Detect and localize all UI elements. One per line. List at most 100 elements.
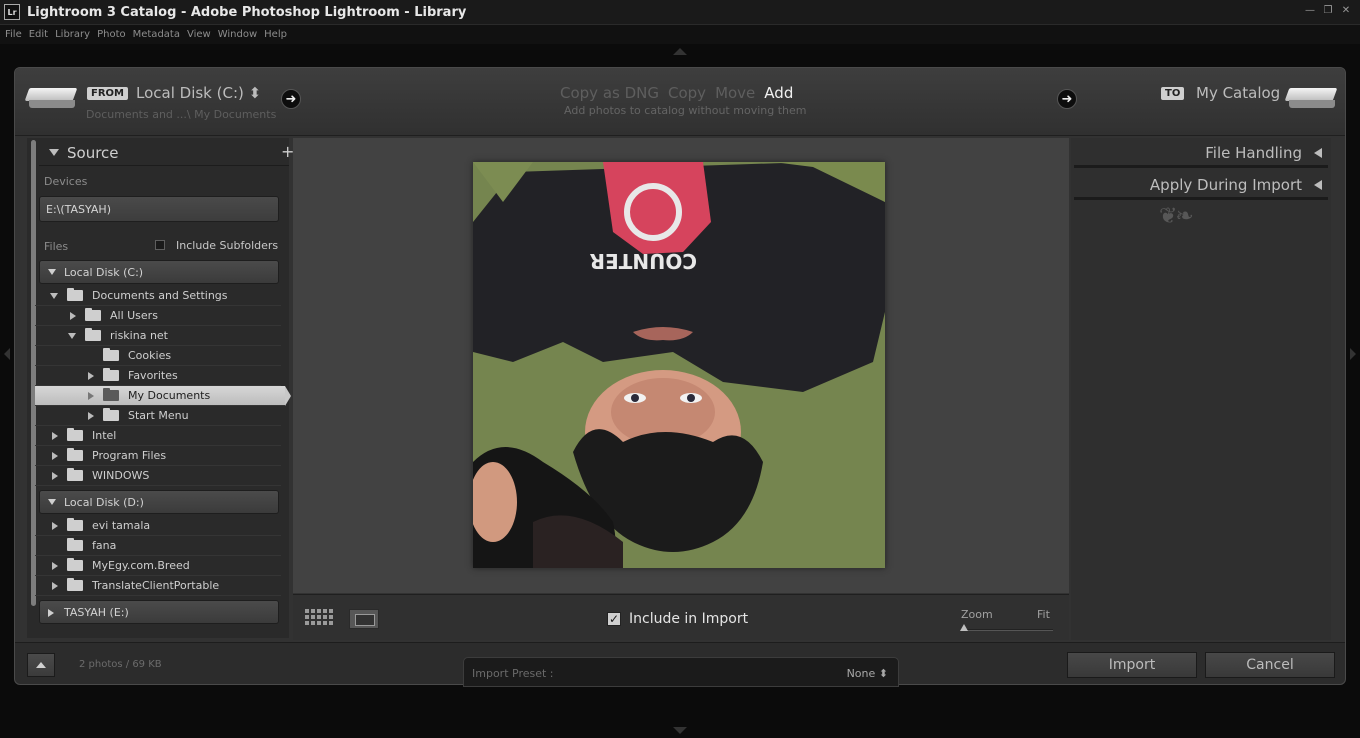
folder-label: Intel	[92, 429, 117, 442]
include-in-import-label: Include in Import	[629, 611, 749, 627]
expand-triangle-icon[interactable]	[88, 392, 94, 400]
expand-triangle-icon[interactable]	[68, 333, 76, 339]
include-in-import-checkbox[interactable]: ✓	[607, 612, 621, 626]
cancel-button[interactable]: Cancel	[1205, 652, 1335, 678]
folder-label: Favorites	[128, 369, 178, 382]
restore-icon[interactable]: ❐	[1322, 5, 1334, 17]
menu-photo[interactable]: Photo	[97, 29, 126, 40]
disk-e-label: TASYAH (E:)	[64, 606, 129, 619]
folder-row[interactable]: Cookies	[35, 346, 281, 366]
folder-label: Program Files	[92, 449, 167, 462]
menu-window[interactable]: Window	[218, 29, 257, 40]
folder-row[interactable]: Documents and Settings	[35, 286, 281, 306]
collapse-bottom-arrow-icon[interactable]	[673, 727, 687, 734]
folder-row-selected[interactable]: My Documents	[35, 386, 285, 406]
folder-row[interactable]: riskina net	[35, 326, 281, 346]
collapse-right-arrow-icon[interactable]	[1350, 348, 1356, 360]
import-button[interactable]: Import	[1067, 652, 1197, 678]
folder-label: My Documents	[128, 389, 211, 402]
expand-triangle-icon[interactable]	[88, 412, 94, 420]
menu-library[interactable]: Library	[55, 29, 90, 40]
expand-triangle-icon[interactable]	[52, 452, 58, 460]
folder-icon	[103, 408, 119, 421]
collapse-left-arrow-icon[interactable]	[4, 348, 10, 360]
preview-toolbar: ✓ Include in Import Zoom Fit	[293, 594, 1069, 640]
folder-icon	[67, 578, 83, 591]
folder-row[interactable]: WINDOWS	[35, 466, 281, 486]
folder-row[interactable]: fana	[35, 536, 281, 556]
device-e-tasyah[interactable]: E:\(TASYAH)	[39, 196, 279, 222]
to-tag: TO	[1161, 87, 1185, 100]
import-dialog: FROM Local Disk (C:) ⬍ Documents and ...…	[14, 67, 1346, 687]
expand-dialog-button[interactable]	[27, 653, 55, 677]
title-bar: Lr Lightroom 3 Catalog - Adobe Photoshop…	[0, 0, 1360, 25]
expand-triangle-icon[interactable]	[70, 312, 76, 320]
folder-label: MyEgy.com.Breed	[92, 559, 190, 572]
folder-row[interactable]: Program Files	[35, 446, 281, 466]
expand-triangle-icon	[48, 269, 56, 275]
menu-metadata[interactable]: Metadata	[133, 29, 180, 40]
mode-add[interactable]: Add	[764, 84, 793, 102]
expand-triangle-icon	[1314, 180, 1322, 190]
import-preset-label: Import Preset :	[472, 667, 554, 680]
expand-triangle-icon[interactable]	[50, 293, 58, 299]
mode-copy[interactable]: Copy	[668, 84, 706, 102]
folder-icon	[67, 288, 83, 301]
mode-move[interactable]: Move	[715, 84, 755, 102]
include-subfolders-checkbox[interactable]	[155, 240, 165, 250]
import-preset-select[interactable]: None ⬍	[847, 667, 888, 680]
apply-during-import-label: Apply During Import	[1149, 176, 1302, 194]
import-preset-bar[interactable]: Import Preset : None ⬍	[463, 657, 899, 687]
expand-triangle-icon	[1314, 148, 1322, 158]
folder-row[interactable]: evi tamala	[35, 516, 281, 536]
expand-triangle-icon[interactable]	[52, 432, 58, 440]
folder-row[interactable]: Intel	[35, 426, 281, 446]
destination-name[interactable]: My Catalog	[1196, 84, 1280, 102]
expand-triangle-icon	[48, 499, 56, 505]
folder-row[interactable]: Start Menu	[35, 406, 281, 426]
source-header[interactable]: Source +	[39, 138, 294, 166]
source-selector[interactable]: Local Disk (C:) ⬍	[136, 84, 261, 102]
expand-triangle-icon[interactable]	[52, 522, 58, 530]
destination-disk-icon	[1284, 88, 1338, 110]
loupe-view-icon[interactable]	[349, 609, 379, 629]
zoom-slider-thumb[interactable]	[960, 624, 968, 631]
menu-view[interactable]: View	[187, 29, 211, 40]
disk-d-row[interactable]: Local Disk (D:)	[39, 490, 279, 514]
window-title: Lightroom 3 Catalog - Adobe Photoshop Li…	[27, 4, 467, 20]
options-panel: File Handling Apply During Import ❦❧	[1071, 138, 1331, 640]
folder-icon	[103, 388, 119, 401]
folder-label: Documents and Settings	[92, 289, 228, 302]
expand-triangle-icon[interactable]	[52, 472, 58, 480]
folder-label: evi tamala	[92, 519, 151, 532]
expand-triangle-icon[interactable]	[52, 582, 58, 590]
folder-row[interactable]: TranslateClientPortable	[35, 576, 281, 596]
menu-file[interactable]: File	[5, 29, 22, 40]
disk-e-row[interactable]: TASYAH (E:)	[39, 600, 279, 624]
import-footer: 2 photos / 69 KB Import Preset : None ⬍ …	[15, 642, 1345, 687]
apply-during-import-section[interactable]: Apply During Import	[1074, 170, 1328, 200]
zoom-slider[interactable]	[961, 629, 1053, 631]
folder-icon	[67, 428, 83, 441]
photo-preview[interactable]: COUNTER	[473, 162, 885, 568]
minimize-icon[interactable]: —	[1304, 5, 1316, 17]
grid-view-icon[interactable]	[305, 609, 333, 627]
mode-copy-as-dng[interactable]: Copy as DNG	[560, 84, 659, 102]
source-disk-icon	[24, 88, 78, 110]
folder-row[interactable]: MyEgy.com.Breed	[35, 556, 281, 576]
menu-edit[interactable]: Edit	[29, 29, 48, 40]
folder-row[interactable]: All Users	[35, 306, 281, 326]
menu-help[interactable]: Help	[264, 29, 287, 40]
menu-bar: File Edit Library Photo Metadata View Wi…	[0, 25, 1360, 44]
source-panel: Source + Devices E:\(TASYAH) Files Inclu…	[27, 138, 294, 638]
expand-triangle-icon[interactable]	[88, 372, 94, 380]
folder-row[interactable]: Favorites	[35, 366, 281, 386]
expand-triangle-icon[interactable]	[52, 562, 58, 570]
zoom-label: Zoom	[961, 608, 993, 621]
collapse-top-arrow-icon[interactable]	[673, 48, 687, 55]
disk-c-row[interactable]: Local Disk (C:)	[39, 260, 279, 284]
folder-label: fana	[92, 539, 117, 552]
close-icon[interactable]: ✕	[1340, 5, 1352, 17]
ornament-icon: ❦❧	[1159, 204, 1194, 229]
file-handling-section[interactable]: File Handling	[1074, 138, 1328, 168]
